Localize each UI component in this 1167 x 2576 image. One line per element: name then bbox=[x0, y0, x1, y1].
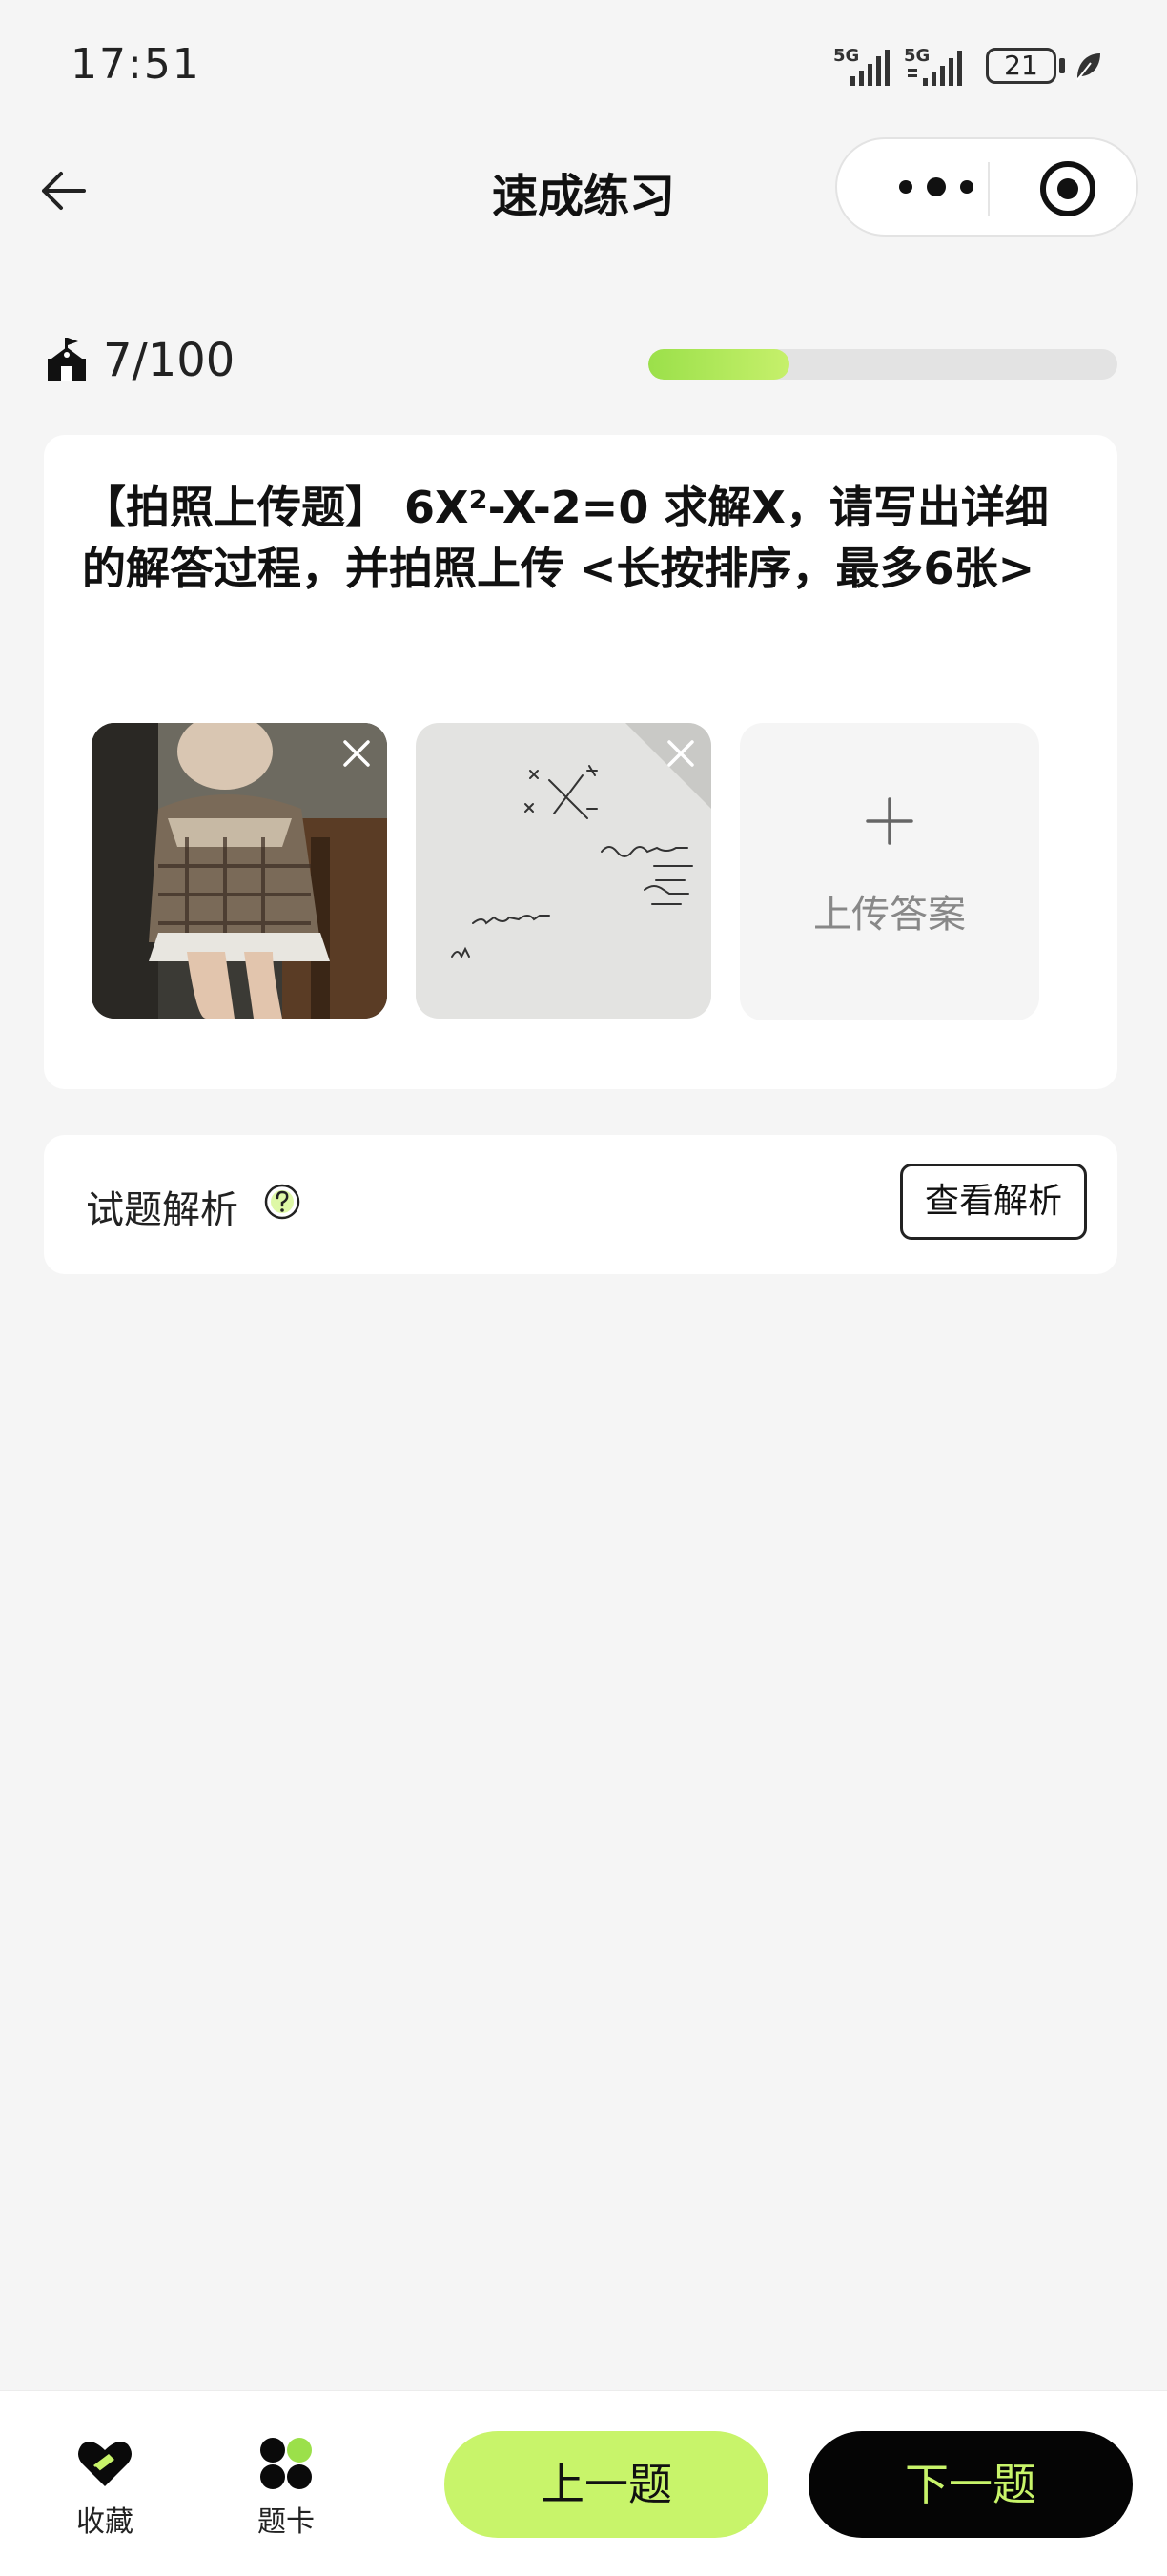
uploaded-photo-2[interactable] bbox=[416, 723, 711, 1019]
uploaded-photo-1[interactable] bbox=[92, 723, 387, 1019]
help-icon[interactable] bbox=[263, 1183, 301, 1221]
more-icon[interactable] bbox=[879, 168, 993, 206]
next-question-button[interactable]: 下一题 bbox=[809, 2431, 1133, 2538]
progress-row: 7/100 bbox=[0, 324, 1167, 401]
close-miniapp-icon[interactable] bbox=[1037, 158, 1098, 219]
leaf-icon bbox=[1076, 53, 1100, 81]
question-text: 【拍照上传题】 6X²-X-2=0 求解X，请写出详细的解答过程，并拍照上传 <… bbox=[82, 482, 1049, 594]
heart-icon bbox=[78, 2442, 132, 2486]
battery-indicator: 21 bbox=[986, 48, 1056, 84]
status-bar: 17:51 5G 5G 21 bbox=[0, 0, 1167, 134]
analysis-title: 试题解析 bbox=[86, 1188, 238, 1232]
svg-text:5G: 5G bbox=[833, 46, 859, 66]
view-analysis-button[interactable]: 查看解析 bbox=[900, 1164, 1087, 1240]
capsule-divider bbox=[988, 162, 990, 216]
delete-photo-icon[interactable] bbox=[334, 731, 379, 776]
school-icon bbox=[48, 338, 86, 381]
question-card-label: 题卡 bbox=[257, 2505, 315, 2539]
favorite-tab[interactable]: 收藏 bbox=[38, 2391, 172, 2576]
progress-bar bbox=[648, 349, 1117, 380]
previous-question-button[interactable]: 上一题 bbox=[444, 2431, 768, 2538]
status-time: 17:51 bbox=[71, 40, 201, 89]
bottom-action-bar: 收藏 题卡 上一题 下一题 bbox=[0, 2390, 1167, 2576]
upload-answer-button[interactable]: 上传答案 bbox=[740, 723, 1039, 1020]
miniapp-capsule bbox=[835, 137, 1138, 237]
progress-bar-fill bbox=[648, 349, 789, 380]
favorite-label: 收藏 bbox=[76, 2505, 133, 2539]
question-card: 【拍照上传题】 6X²-X-2=0 求解X，请写出详细的解答过程，并拍照上传 <… bbox=[44, 435, 1117, 1089]
grid-icon bbox=[260, 2438, 312, 2489]
upload-answer-label: 上传答案 bbox=[813, 893, 966, 937]
navigation-bar: 速成练习 bbox=[0, 134, 1167, 248]
plus-icon bbox=[866, 797, 913, 845]
signal-5g-icon: 5G bbox=[833, 46, 890, 86]
delete-photo-icon[interactable] bbox=[658, 731, 704, 776]
svg-text:5G: 5G bbox=[904, 46, 930, 66]
signal-5g-2-icon: 5G bbox=[904, 46, 962, 86]
progress-count: 7/100 bbox=[103, 334, 235, 387]
battery-cap bbox=[1059, 58, 1065, 73]
analysis-card: 试题解析 查看解析 bbox=[44, 1135, 1117, 1274]
question-card-tab[interactable]: 题卡 bbox=[219, 2391, 353, 2576]
